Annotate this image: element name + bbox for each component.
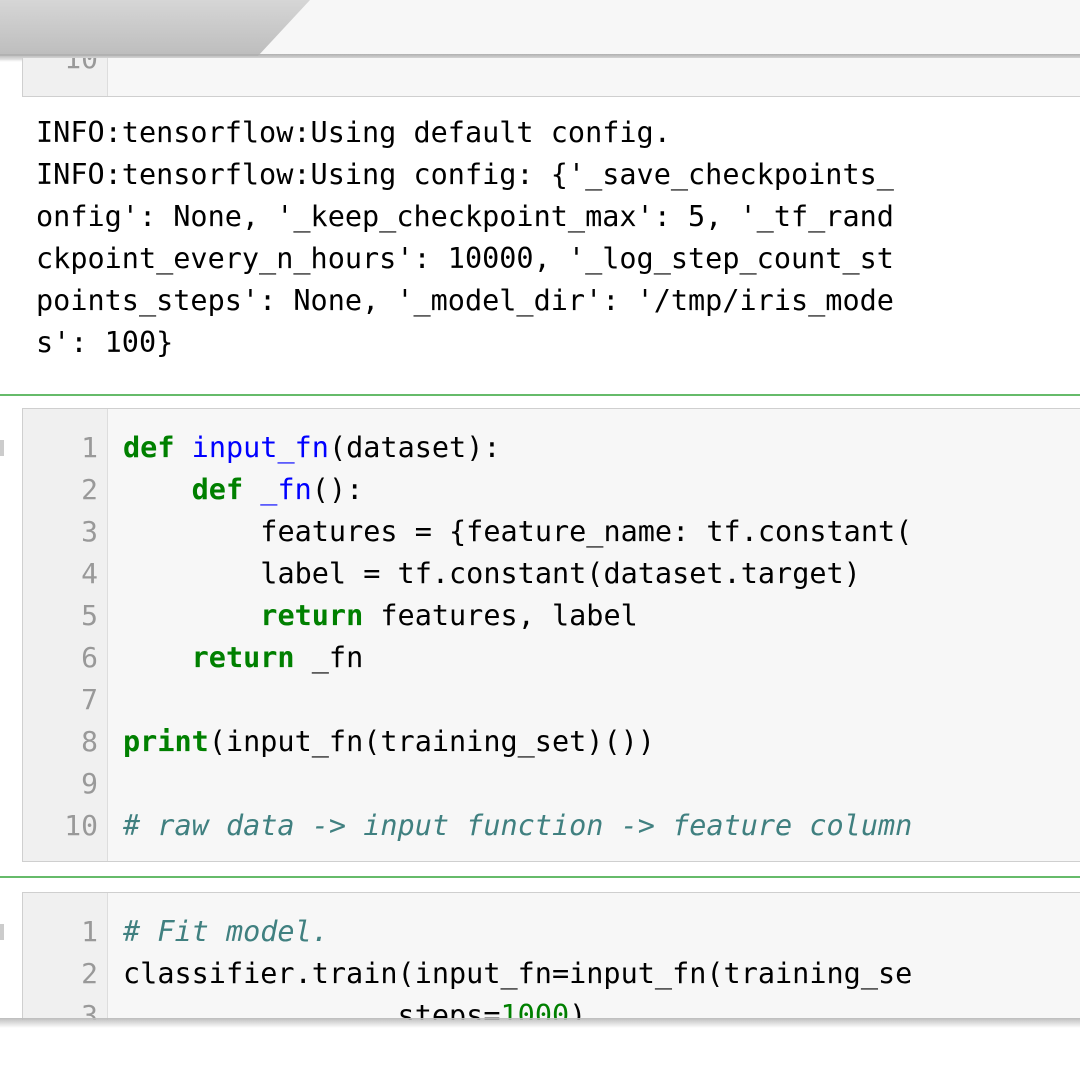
keyword-def: def [191,473,244,506]
browser-tab[interactable] [0,0,310,56]
output-line: s': 100} [36,326,174,359]
code-text: _fn [294,641,364,674]
code-text: (dataset): [328,431,501,464]
code-line-1: def input_fn(dataset): [123,427,501,469]
bottom-shadow [0,1018,1080,1028]
code-line-5: return features, label [123,595,638,637]
code-line-2: def _fn(): [123,469,364,511]
line-number: 10 [64,58,98,75]
cell-selection-border-top [0,394,1080,396]
keyword-def: def [123,431,175,464]
keyword-return: return [191,641,295,674]
line-number: 4 [81,557,98,590]
code-line-3: features = {feature_name: tf.constant( [123,511,912,553]
output-line: ckpoint_every_n_hours': 10000, '_log_ste… [36,242,894,275]
code-text: features = {feature_name: tf.constant( [260,515,913,548]
line-number: 5 [81,599,98,632]
bottom-band [0,1020,1080,1080]
keyword-print: print [123,725,209,758]
line-number: 9 [81,767,98,800]
code-line-8: print(input_fn(training_set)()) [123,721,655,763]
output-line: points_steps': None, '_model_dir': '/tmp… [36,284,894,317]
cell-prompt-marker [0,924,4,940]
code-line-1-comment: # Fit model. [123,915,329,948]
line-number: 1 [81,431,98,464]
function-name: input_fn [191,431,329,464]
code-line-6: return _fn [123,637,364,679]
input-fn-code-cell[interactable]: 1 2 3 4 5 6 7 8 9 10 def input_fn(datase… [22,408,1080,862]
code-text: features, label [363,599,638,632]
line-number: 10 [64,809,98,842]
code-text: (input_fn(training_set)()) [208,725,655,758]
keyword-return: return [260,599,364,632]
function-name: _fn [260,473,312,506]
cell-selection-border-bottom [0,876,1080,878]
output-line: onfig': None, '_keep_checkpoint_max': 5,… [36,200,894,233]
line-number: 2 [81,957,98,990]
code-line-4: label = tf.constant(dataset.target) [123,553,861,595]
line-number: 2 [81,473,98,506]
code-line-2: classifier.train(input_fn=input_fn(train… [123,957,913,990]
cell-output: INFO:tensorflow:Using default config. IN… [36,112,1080,382]
line-number: 3 [81,515,98,548]
line-number: 7 [81,683,98,716]
output-line: INFO:tensorflow:Using default config. [36,116,671,149]
output-line: INFO:tensorflow:Using config: {'_save_ch… [36,158,894,191]
previous-code-cell[interactable]: 10 [22,58,1080,97]
line-number-gutter: 10 [23,58,108,96]
line-number: 6 [81,641,98,674]
line-number-gutter: 1 2 3 4 5 6 7 8 9 10 [23,409,108,861]
cell-prompt-marker [0,440,4,456]
line-number: 8 [81,725,98,758]
code-text: (): [311,473,364,506]
line-number: 1 [81,915,98,948]
code-text: label = tf.constant(dataset.target) [260,557,861,590]
code-line-10-comment: # raw data -> input function -> feature … [123,809,913,842]
